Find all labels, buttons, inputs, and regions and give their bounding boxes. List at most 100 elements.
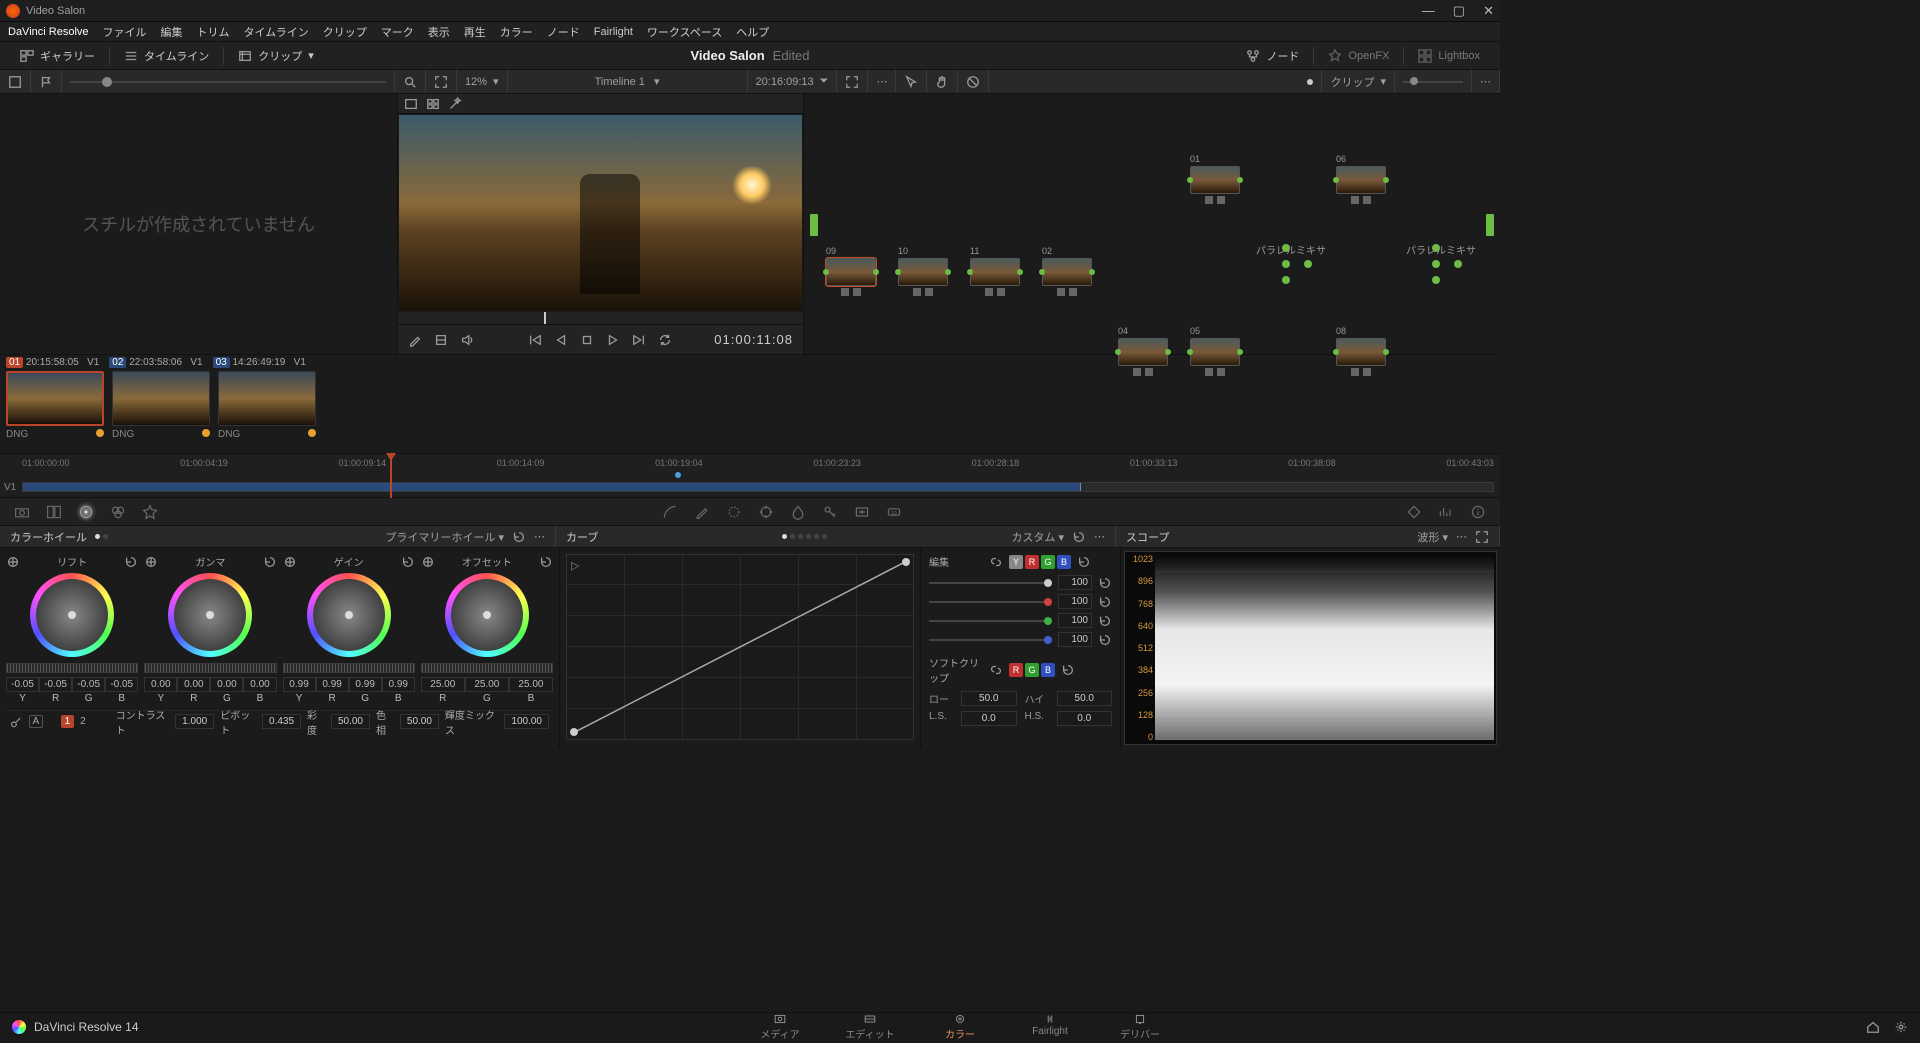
- color-node[interactable]: 02: [1042, 246, 1092, 296]
- reset-icon[interactable]: [263, 555, 277, 569]
- gallery-button[interactable]: ギャラリー: [10, 45, 105, 67]
- menu-item[interactable]: ファイル: [103, 24, 147, 40]
- star-icon[interactable]: [142, 504, 158, 520]
- layout-single-button[interactable]: [0, 70, 31, 93]
- link-icon[interactable]: [989, 555, 1003, 569]
- curve-editor[interactable]: ▷: [566, 554, 914, 740]
- camera-raw-icon[interactable]: [14, 504, 30, 520]
- lmix-value[interactable]: 100.00: [504, 714, 549, 729]
- menu-item[interactable]: カラー: [500, 24, 533, 40]
- next-icon[interactable]: [632, 333, 646, 347]
- hand-tool[interactable]: [927, 70, 958, 93]
- waveform-scope[interactable]: 10238967686405123842561280: [1124, 551, 1497, 745]
- master-wheel[interactable]: [421, 663, 553, 673]
- color-node[interactable]: 11: [970, 246, 1020, 296]
- clips-button[interactable]: クリップ ▾: [228, 45, 324, 67]
- menu-item[interactable]: ノード: [547, 24, 580, 40]
- menu-item[interactable]: ワークスペース: [647, 24, 722, 40]
- reset-icon[interactable]: [1098, 614, 1112, 628]
- marker-in[interactable]: [675, 472, 681, 478]
- expand-scope-icon[interactable]: [1475, 530, 1489, 544]
- reset-icon[interactable]: [1098, 576, 1112, 590]
- picker-icon[interactable]: [408, 333, 422, 347]
- color-node[interactable]: 09: [826, 246, 876, 296]
- picker-icon[interactable]: [10, 715, 23, 729]
- openfx-button[interactable]: OpenFX: [1318, 46, 1399, 66]
- expand-button[interactable]: [426, 70, 457, 93]
- stop-icon[interactable]: [580, 333, 594, 347]
- r-intensity[interactable]: 100: [1058, 594, 1092, 609]
- channel-selector[interactable]: Y R G B: [1009, 555, 1071, 569]
- panel-menu-icon[interactable]: ⋯: [1094, 530, 1105, 543]
- wheel-picker-icon[interactable]: [144, 555, 158, 569]
- viewer-image[interactable]: [399, 115, 802, 311]
- magic-icon[interactable]: [448, 97, 462, 111]
- wheels-icon[interactable]: [78, 504, 94, 520]
- ls-value[interactable]: 0.0: [961, 711, 1017, 726]
- timeline-button[interactable]: タイムライン: [114, 45, 219, 67]
- reset-icon[interactable]: [539, 555, 553, 569]
- scope-mode-dropdown[interactable]: 波形 ▾: [1417, 529, 1448, 545]
- wheel-picker-icon[interactable]: [6, 555, 20, 569]
- timecode-top[interactable]: 20:16:09:13 ⏷: [748, 70, 838, 93]
- panel-menu-icon[interactable]: ⋯: [534, 530, 545, 543]
- volume-icon[interactable]: [460, 333, 474, 347]
- node-more-button[interactable]: ⋯: [1472, 70, 1500, 93]
- master-wheel[interactable]: [144, 663, 276, 673]
- softclip-channels[interactable]: R G B: [1009, 663, 1055, 677]
- info-icon[interactable]: [1470, 504, 1486, 520]
- color-match-icon[interactable]: [46, 504, 62, 520]
- page-2-button[interactable]: 2: [80, 716, 86, 727]
- menu-item[interactable]: Fairlight: [594, 26, 633, 38]
- wheel-mode-dropdown[interactable]: プライマリーホイール ▾: [385, 529, 504, 545]
- page-tab-Fairlight[interactable]: Fairlight: [1005, 1011, 1095, 1043]
- reset-icon[interactable]: [401, 555, 415, 569]
- color-wheel[interactable]: [445, 573, 529, 657]
- curve-mode-dropdown[interactable]: カスタム ▾: [1011, 529, 1064, 545]
- menu-item[interactable]: 編集: [161, 24, 183, 40]
- disable-tool[interactable]: [958, 70, 989, 93]
- color-node[interactable]: 04: [1118, 326, 1168, 376]
- viewer-timecode[interactable]: 01:00:11:08: [714, 332, 793, 347]
- hs-value[interactable]: 0.0: [1057, 711, 1113, 726]
- window-icon[interactable]: [726, 504, 742, 520]
- key-icon[interactable]: [822, 504, 838, 520]
- menu-item[interactable]: クリップ: [323, 24, 367, 40]
- low-value[interactable]: 50.0: [961, 691, 1017, 706]
- expand2-button[interactable]: [837, 70, 868, 93]
- reset-icon[interactable]: [1098, 595, 1112, 609]
- pointer-tool[interactable]: [896, 70, 927, 93]
- maximize-icon[interactable]: ▢: [1453, 3, 1465, 19]
- play-icon[interactable]: [606, 333, 620, 347]
- rgb-mixer-icon[interactable]: [110, 504, 126, 520]
- page-tab-デリバー[interactable]: デリバー: [1095, 1011, 1185, 1043]
- nodes-button[interactable]: ノード: [1236, 45, 1309, 67]
- contrast-value[interactable]: 1.000: [175, 714, 214, 729]
- wheel-picker-icon[interactable]: [283, 555, 297, 569]
- reset-icon[interactable]: [1072, 530, 1086, 544]
- stereo-icon[interactable]: 3D: [886, 504, 902, 520]
- more-button[interactable]: ⋯: [868, 70, 896, 93]
- view-grid-icon[interactable]: [426, 97, 440, 111]
- g-intensity[interactable]: 100: [1058, 613, 1092, 628]
- reset-icon[interactable]: [124, 555, 138, 569]
- color-node[interactable]: 01: [1190, 154, 1240, 204]
- high-value[interactable]: 50.0: [1057, 691, 1113, 706]
- prev-icon[interactable]: [554, 333, 568, 347]
- wheel-picker-icon[interactable]: [421, 555, 435, 569]
- viewer-scrubber[interactable]: [398, 312, 803, 324]
- hue-value[interactable]: 50.00: [400, 714, 439, 729]
- sizing-icon[interactable]: [854, 504, 870, 520]
- node-input[interactable]: [810, 214, 818, 236]
- curve-point[interactable]: [902, 558, 910, 566]
- flag-button[interactable]: [31, 70, 62, 93]
- color-node[interactable]: 05: [1190, 326, 1240, 376]
- page-1-button[interactable]: 1: [61, 715, 75, 728]
- menu-item[interactable]: タイムライン: [244, 24, 309, 40]
- menu-item[interactable]: マーク: [381, 24, 414, 40]
- menu-item[interactable]: ヘルプ: [736, 24, 769, 40]
- page-tab-メディア[interactable]: メディア: [735, 1011, 825, 1043]
- curves-icon[interactable]: [662, 504, 678, 520]
- master-wheel[interactable]: [283, 663, 415, 673]
- color-node[interactable]: 08: [1336, 326, 1386, 376]
